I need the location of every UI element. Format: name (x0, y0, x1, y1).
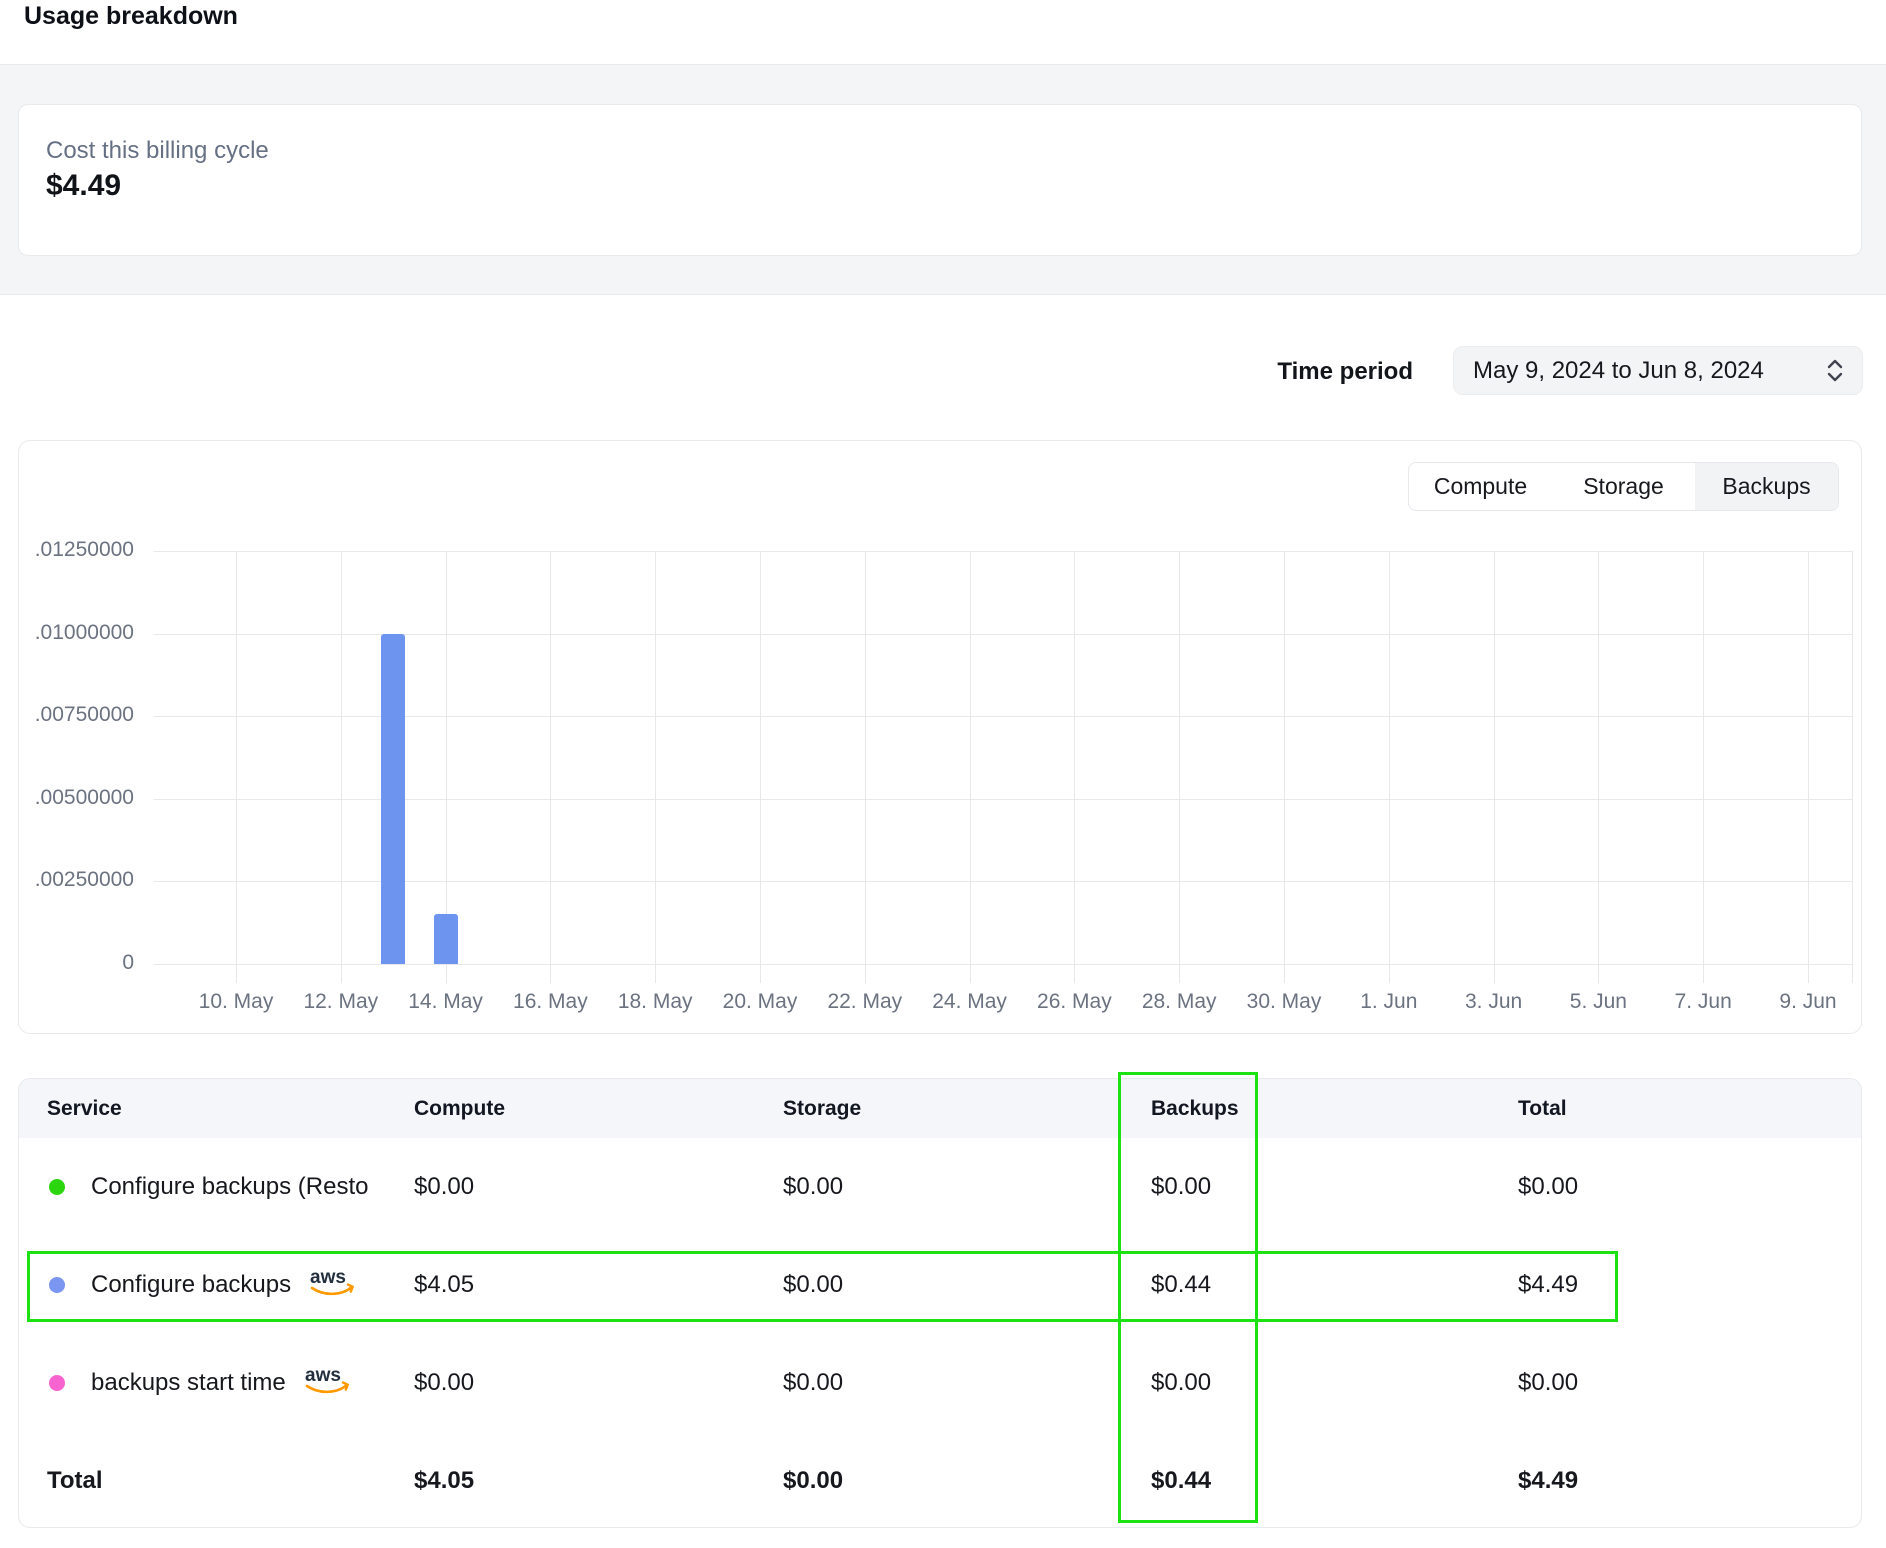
gridline-v (550, 551, 551, 983)
cell-compute: $0.00 (414, 1138, 474, 1236)
gridline-v (655, 551, 656, 983)
service-cell: Configure backups aws (91, 1236, 359, 1334)
total-cell-storage: $0.00 (783, 1432, 843, 1528)
chart-bar[interactable] (434, 914, 458, 964)
y-axis-label: .00750000 (34, 703, 134, 727)
service-color-dot (49, 1277, 65, 1293)
service-name: Configure backups (91, 1271, 291, 1299)
cell-storage: $0.00 (783, 1236, 843, 1334)
cell-compute: $4.05 (414, 1236, 474, 1334)
usage-breakdown-page: Usage breakdown Cost this billing cycle … (0, 0, 1886, 1548)
cell-total: $0.00 (1518, 1138, 1578, 1236)
usage-table: ServiceComputeStorageBackupsTotal Config… (18, 1078, 1862, 1528)
x-axis-label: 14. May (386, 990, 506, 1014)
total-cell-total: $4.49 (1518, 1432, 1578, 1528)
svg-text:aws: aws (310, 1267, 346, 1288)
x-axis-label: 24. May (910, 990, 1030, 1014)
gridline-v (1703, 551, 1704, 983)
x-axis-label: 3. Jun (1434, 990, 1554, 1014)
billing-summary-band: Cost this billing cycle $4.49 (0, 64, 1886, 295)
service-color-dot (49, 1179, 65, 1195)
table-body: Configure backups (Resto$0.00$0.00$0.00$… (19, 1079, 1861, 1527)
cell-backups: $0.00 (1151, 1334, 1211, 1432)
cost-card: Cost this billing cycle $4.49 (18, 104, 1862, 256)
gridline-v (1808, 551, 1809, 983)
total-label: Total (47, 1432, 103, 1528)
gridline-v (236, 551, 237, 983)
x-axis-label: 7. Jun (1643, 990, 1763, 1014)
gridline-v (865, 551, 866, 983)
cell-compute: $0.00 (414, 1334, 474, 1432)
x-axis-label: 12. May (281, 990, 401, 1014)
table-row: backups start time aws $0.00 $0.00 $0.00 $0.0… (19, 1334, 1861, 1432)
svg-text:aws: aws (305, 1365, 341, 1386)
total-cell-backups: $0.44 (1151, 1432, 1211, 1528)
chart-bar[interactable] (381, 634, 405, 964)
gridline-h (154, 881, 1852, 882)
y-axis-label: .01250000 (34, 538, 134, 562)
gridline-h (154, 716, 1852, 717)
total-cell-compute: $4.05 (414, 1432, 474, 1528)
gridline-v (760, 551, 761, 983)
table-row: Configure backups (Resto $0.00 $0.00 $0.00 $… (19, 1138, 1861, 1236)
x-axis-label: 30. May (1224, 990, 1344, 1014)
x-axis-label: 5. Jun (1538, 990, 1658, 1014)
gridline-v (970, 551, 971, 983)
gridline-v (341, 551, 342, 983)
service-cell: Configure backups (Resto (91, 1138, 368, 1236)
service-name: Configure backups (Resto (91, 1173, 368, 1201)
page-title: Usage breakdown (24, 2, 238, 31)
service-name: backups start time (91, 1369, 286, 1397)
cell-backups: $0.44 (1151, 1236, 1211, 1334)
table-total-row: Total $4.05 $0.00 $0.44 $4.49 (19, 1432, 1861, 1528)
gridline-v (1179, 551, 1180, 983)
gridline-h (154, 634, 1852, 635)
cost-value: $4.49 (46, 169, 121, 203)
cost-label: Cost this billing cycle (46, 137, 269, 165)
gridline-v (1389, 551, 1390, 983)
chart-plot: .01250000 .01000000 .00750000 .00500000 .002… (19, 441, 1861, 1033)
x-axis-label: 28. May (1119, 990, 1239, 1014)
cell-storage: $0.00 (783, 1138, 843, 1236)
x-axis-label: 22. May (805, 990, 925, 1014)
gridline-v (1074, 551, 1075, 983)
gridline-v (1284, 551, 1285, 983)
x-axis-label: 9. Jun (1748, 990, 1868, 1014)
service-cell: backups start time aws (91, 1334, 354, 1432)
x-axis-label: 16. May (490, 990, 610, 1014)
x-axis-label: 20. May (700, 990, 820, 1014)
x-axis-label: 10. May (176, 990, 296, 1014)
x-axis-label: 1. Jun (1329, 990, 1449, 1014)
table-row: Configure backups aws $4.05 $0.00 $0.44 $4.49 (19, 1236, 1861, 1334)
time-period-value: May 9, 2024 to Jun 8, 2024 (1454, 357, 1824, 385)
aws-icon: aws (302, 1364, 354, 1403)
time-period-select[interactable]: May 9, 2024 to Jun 8, 2024 (1453, 346, 1863, 395)
cell-storage: $0.00 (783, 1334, 843, 1432)
y-axis-label: .01000000 (34, 621, 134, 645)
cell-backups: $0.00 (1151, 1138, 1211, 1236)
gridline-h (154, 799, 1852, 800)
cell-total: $4.49 (1518, 1236, 1578, 1334)
usage-chart-card: ComputeStorageBackups .01250000.01000000… (18, 440, 1862, 1034)
aws-icon: aws (307, 1266, 359, 1305)
gridline-h (154, 964, 1852, 965)
chevron-up-down-icon (1824, 357, 1846, 384)
gridline-h (154, 551, 1852, 552)
gridline-v (1598, 551, 1599, 983)
time-period-label: Time period (1277, 358, 1413, 386)
x-axis-label: 18. May (595, 990, 715, 1014)
gridline-v (1852, 551, 1853, 983)
y-axis-label: .00250000 (34, 868, 134, 892)
service-color-dot (49, 1375, 65, 1391)
cell-total: $0.00 (1518, 1334, 1578, 1432)
y-axis-label: 0 (34, 951, 134, 975)
gridline-v (1494, 551, 1495, 983)
x-axis-label: 26. May (1014, 990, 1134, 1014)
y-axis-label: .00500000 (34, 786, 134, 810)
